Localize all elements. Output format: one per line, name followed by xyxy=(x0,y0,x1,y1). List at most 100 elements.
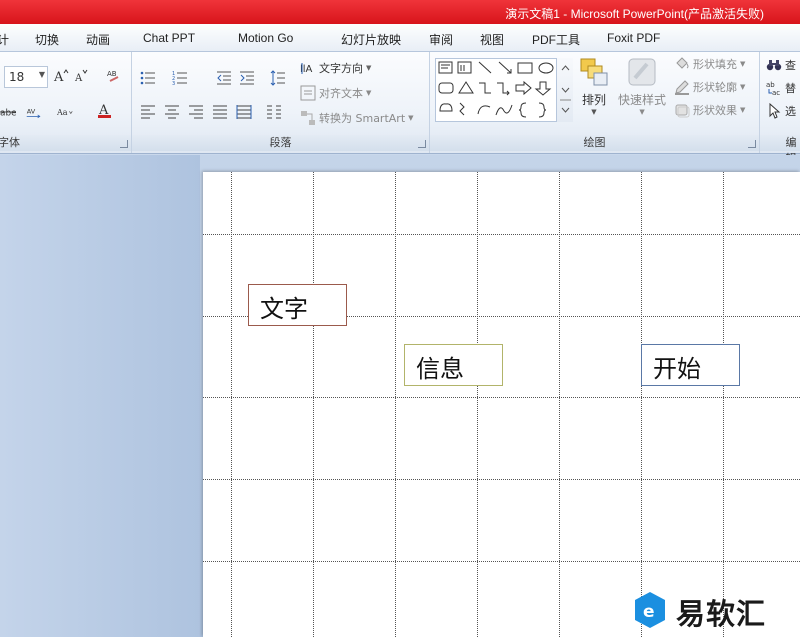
convert-smartart-label: 转换为 SmartArt xyxy=(319,112,406,125)
svg-text:AB: AB xyxy=(107,70,117,78)
shape-outline-button[interactable]: 形状轮廓 ▼ xyxy=(674,79,745,95)
textbox-kaishi[interactable]: 开始 xyxy=(641,344,740,386)
shapes-gallery[interactable] xyxy=(435,58,573,122)
tab-pdf-tools[interactable]: PDF工具 xyxy=(532,31,580,48)
char-spacing-button[interactable]: AV xyxy=(26,104,48,120)
textbox-text: 文字 xyxy=(260,295,308,323)
decrease-indent-icon xyxy=(216,70,232,86)
svg-text:AV: AV xyxy=(27,107,36,115)
font-size-select[interactable]: 18 ▼ xyxy=(4,66,48,88)
line-spacing-button[interactable] xyxy=(270,70,286,86)
chevron-down-icon: ▼ xyxy=(740,60,746,68)
shapes-gallery-scroll[interactable] xyxy=(556,58,573,122)
font-color-button[interactable]: A xyxy=(97,102,113,118)
replace-button[interactable]: ab ac 替 xyxy=(766,80,796,96)
columns-button[interactable] xyxy=(266,104,282,120)
find-button[interactable]: 查 xyxy=(766,57,796,73)
ribbon-tabs: 计 切换 动画 Chat PPT Motion Go 幻灯片放映 审阅 视图 P… xyxy=(0,24,800,52)
align-right-button[interactable] xyxy=(188,104,204,120)
grid-line xyxy=(203,561,800,562)
svg-text:Aa: Aa xyxy=(57,108,68,117)
watermark-text: 易软汇 xyxy=(676,596,767,631)
ribbon: 18 ▼ A A AB abe AV Aa A 字体 123 llA 文字方向 … xyxy=(0,52,800,165)
tab-view[interactable]: 视图 xyxy=(480,31,504,48)
svg-text:e: e xyxy=(643,602,655,622)
grid-line xyxy=(203,479,800,480)
numbering-button[interactable]: 123 xyxy=(172,70,188,86)
arrange-icon xyxy=(578,56,610,91)
grow-font-button[interactable]: A xyxy=(53,68,69,84)
quick-styles-button[interactable]: 快速样式 ▼ xyxy=(618,56,666,116)
char-spacing-icon: AV xyxy=(26,104,48,120)
arrange-label: 排列 xyxy=(581,93,606,107)
align-text-button[interactable]: 对齐文本 ▼ xyxy=(300,85,371,101)
clear-format-icon: AB xyxy=(106,67,122,83)
change-case-button[interactable]: Aa xyxy=(57,104,79,120)
distribute-icon xyxy=(236,104,252,120)
strikethrough-button[interactable]: abe xyxy=(0,104,18,120)
decrease-indent-button[interactable] xyxy=(216,70,232,86)
tab-slideshow[interactable]: 幻灯片放映 xyxy=(341,31,401,48)
distribute-button[interactable] xyxy=(236,104,252,120)
paragraph-dialog-launcher[interactable] xyxy=(418,140,426,148)
grid-line xyxy=(231,172,232,637)
justify-button[interactable] xyxy=(212,104,228,120)
svg-text:ac: ac xyxy=(772,89,780,96)
font-dialog-launcher[interactable] xyxy=(120,140,128,148)
clear-format-button[interactable]: AB xyxy=(106,67,122,83)
grid-line xyxy=(395,172,396,637)
slide-thumbnail-pane[interactable] xyxy=(0,155,200,637)
textbox-text: 开始 xyxy=(653,355,701,383)
align-right-icon xyxy=(188,104,204,120)
text-direction-button[interactable]: llA 文字方向 ▼ xyxy=(300,60,371,76)
gallery-scroll-arrows-icon xyxy=(560,65,571,113)
editing-group: 查 abac 替 选 编辑 xyxy=(760,52,800,165)
tab-transitions[interactable]: 切换 xyxy=(35,31,59,48)
tab-review[interactable]: 审阅 xyxy=(429,31,453,48)
shape-fill-label: 形状填充 xyxy=(693,58,737,71)
quick-styles-icon xyxy=(625,56,659,91)
text-direction-label: 文字方向 xyxy=(319,62,363,75)
align-center-button[interactable] xyxy=(164,104,180,120)
chevron-down-icon: ▼ xyxy=(38,70,45,79)
justify-icon xyxy=(212,104,228,120)
select-label: 选 xyxy=(785,105,796,118)
binoculars-icon xyxy=(766,57,782,73)
textbox-wenzi[interactable]: 文字 xyxy=(248,284,347,326)
chevron-down-icon: ▼ xyxy=(366,89,372,97)
bullets-button[interactable] xyxy=(140,70,156,86)
increase-indent-button[interactable] xyxy=(239,70,255,86)
tab-partial[interactable]: 计 xyxy=(0,31,9,48)
chevron-down-icon: ▼ xyxy=(366,64,372,72)
arrange-button[interactable]: 排列 ▼ xyxy=(578,56,610,116)
select-button[interactable]: 选 xyxy=(766,103,796,119)
grid-line xyxy=(641,172,642,637)
paint-bucket-icon xyxy=(674,56,690,72)
tab-chat-ppt[interactable]: Chat PPT xyxy=(143,31,195,45)
chevron-down-icon: ▼ xyxy=(591,108,597,116)
shape-fill-button[interactable]: 形状填充 ▼ xyxy=(674,56,745,72)
chevron-down-icon: ▼ xyxy=(408,114,414,122)
slide-canvas[interactable]: 文字 信息 开始 xyxy=(203,172,800,637)
tab-animations[interactable]: 动画 xyxy=(86,31,110,48)
change-case-icon: Aa xyxy=(57,104,79,120)
drawing-group: 排列 ▼ 快速样式 ▼ 形状填充 ▼ 形状轮廓 ▼ 形状效果 ▼ 绘图 xyxy=(430,52,760,153)
convert-smartart-button[interactable]: 转换为 SmartArt ▼ xyxy=(300,110,414,126)
align-text-label: 对齐文本 xyxy=(319,87,363,100)
shrink-font-button[interactable]: A xyxy=(73,68,89,84)
drawing-dialog-launcher[interactable] xyxy=(748,140,756,148)
align-text-icon xyxy=(300,85,316,101)
drawing-group-label: 绘图 xyxy=(430,135,759,151)
chevron-down-icon: ▼ xyxy=(740,106,746,114)
tab-motion-go[interactable]: Motion Go xyxy=(238,31,293,45)
tab-foxit-pdf[interactable]: Foxit PDF xyxy=(607,31,660,45)
font-size-value: 18 xyxy=(9,70,25,84)
svg-text:A: A xyxy=(74,73,83,84)
textbox-xinxi[interactable]: 信息 xyxy=(404,344,503,386)
replace-label: 替 xyxy=(785,82,796,95)
grid-line xyxy=(723,172,724,637)
grow-font-icon: A xyxy=(53,68,69,84)
shape-outline-label: 形状轮廓 xyxy=(693,81,737,94)
shape-effects-button[interactable]: 形状效果 ▼ xyxy=(674,102,745,118)
align-left-button[interactable] xyxy=(140,104,156,120)
